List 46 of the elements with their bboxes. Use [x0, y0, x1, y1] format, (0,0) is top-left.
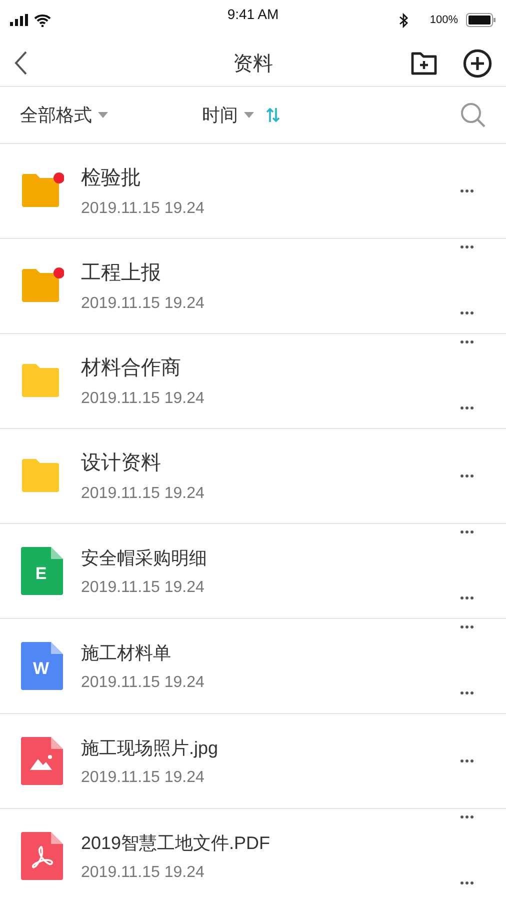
search-icon[interactable] [460, 102, 486, 128]
file-type-letter: E [35, 564, 47, 583]
file-date: 2019.11.15 19.24 [81, 674, 206, 692]
file-name[interactable]: 材料合作商 [81, 354, 460, 381]
caret-icon [244, 112, 254, 118]
file-date: 2019.11.15 19.24 [81, 578, 206, 596]
file-name[interactable]: 安全帽采购明细 [81, 546, 460, 570]
signal-icon [10, 14, 30, 26]
more-icon[interactable] [460, 245, 474, 249]
file-date: 2019.11.15 19.24 [81, 295, 206, 313]
more-icon[interactable] [460, 406, 474, 410]
bluetooth-icon [398, 12, 408, 28]
back-icon[interactable] [14, 51, 28, 75]
file-name[interactable]: 工程上报 [81, 259, 460, 286]
file-name[interactable]: 施工材料单 [81, 640, 460, 664]
file-name[interactable]: 设计资料 [81, 449, 460, 476]
file-name[interactable]: 施工现场照片.jpg [81, 736, 460, 760]
more-icon[interactable] [460, 881, 474, 885]
status-time: 9:41 AM [227, 6, 279, 22]
more-icon[interactable] [460, 815, 474, 819]
file-date: 2019.11.15 19.24 [81, 485, 206, 503]
battery-percentage: 100% [430, 14, 458, 26]
file-date: 2019.11.15 19.24 [81, 200, 206, 218]
file-type-letter: W [32, 659, 50, 678]
more-icon[interactable] [460, 189, 474, 193]
more-icon[interactable] [460, 691, 474, 695]
file-date: 2019.11.15 19.24 [81, 864, 206, 882]
file-name[interactable]: 检验批 [81, 164, 460, 191]
battery-icon [466, 13, 496, 27]
format-filter-dropdown[interactable]: 全部格式 [20, 103, 108, 127]
caret-icon [98, 112, 108, 118]
more-icon[interactable] [460, 474, 474, 478]
more-icon[interactable] [460, 759, 474, 763]
more-icon[interactable] [460, 625, 474, 629]
file-date: 2019.11.15 19.24 [81, 390, 206, 408]
file-date: 2019.11.15 19.24 [81, 768, 206, 786]
page-title: 资料 [233, 52, 273, 76]
folder-add-icon[interactable] [411, 52, 437, 74]
sort-dropdown[interactable]: 时间 [202, 103, 254, 127]
add-icon[interactable] [463, 48, 492, 78]
file-name[interactable]: 2019智慧工地文件.PDF [81, 830, 460, 854]
more-icon[interactable] [460, 340, 474, 344]
more-icon[interactable] [460, 530, 474, 534]
wifi-icon [34, 14, 51, 26]
more-icon[interactable] [460, 311, 474, 315]
more-icon[interactable] [460, 596, 474, 600]
